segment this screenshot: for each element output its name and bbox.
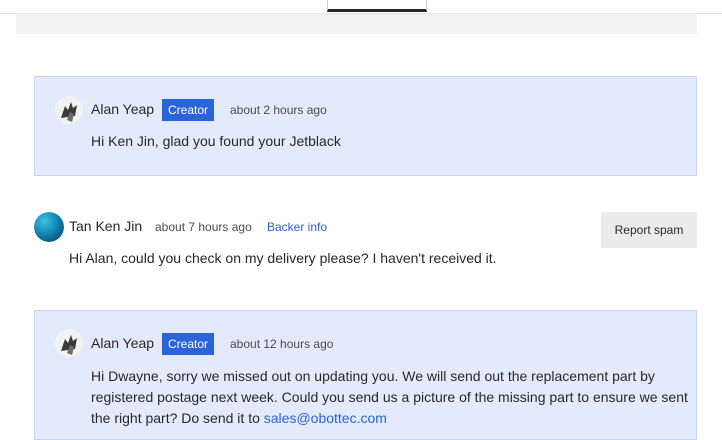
author-name[interactable]: Tan Ken Jin [69,218,142,234]
comment-text: Hi Alan, could you check on my delivery … [69,250,497,266]
creator-reply: Alan Yeap Creator about 12 hours ago Hi … [34,310,697,440]
comment-text-body: Hi Dwayne, sorry we missed out on updati… [91,368,688,426]
creator-badge: Creator [162,99,215,121]
creator-badge: Creator [162,333,215,355]
avatar[interactable] [55,96,83,124]
comment-text: Hi Dwayne, sorry we missed out on updati… [91,366,691,429]
avatar[interactable] [55,329,83,357]
report-spam-button[interactable]: Report spam [601,212,697,248]
top-band [16,14,697,34]
avatar[interactable] [34,212,64,242]
timestamp[interactable]: about 2 hours ago [230,103,327,117]
backer-info-link[interactable]: Backer info [267,220,327,234]
author-name[interactable]: Alan Yeap [91,101,154,117]
author-name[interactable]: Alan Yeap [91,335,154,351]
comment-text: Hi Ken Jin, glad you found your Jetblack [91,133,341,149]
timestamp[interactable]: about 12 hours ago [230,337,333,351]
email-link[interactable]: sales@obottec.com [264,410,387,426]
backer-comment: Tan Ken Jin about 7 hours ago Backer inf… [34,208,697,278]
active-tab-indicator[interactable] [327,0,427,12]
creator-reply: Alan Yeap Creator about 2 hours ago Hi K… [34,76,697,176]
timestamp[interactable]: about 7 hours ago [155,220,252,234]
